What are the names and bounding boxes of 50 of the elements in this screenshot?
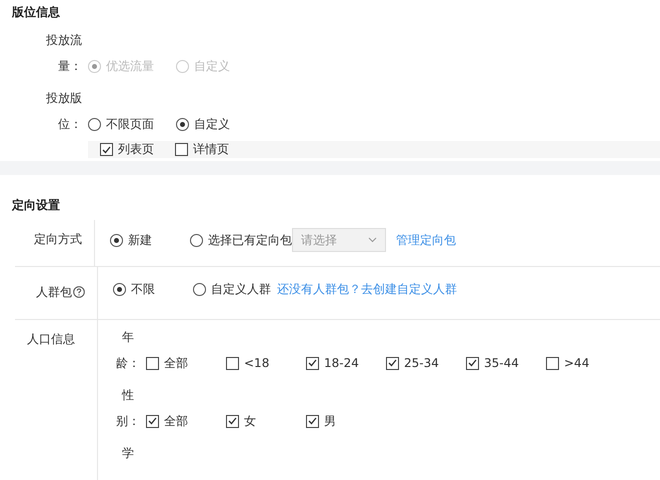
section-title: 定向设置 <box>12 197 61 214</box>
section-title: 版位信息 <box>12 4 61 21</box>
radio-button[interactable] <box>113 283 126 296</box>
radio-button[interactable] <box>88 118 101 130</box>
option-label: 18-24 <box>324 356 359 370</box>
option-label: 详情页 <box>193 141 229 158</box>
field-label: 定向方式 <box>34 231 82 248</box>
field-label: 学 <box>121 445 135 462</box>
option-label: 全部 <box>164 354 188 372</box>
checkbox[interactable] <box>175 143 188 156</box>
checkbox[interactable] <box>546 356 559 370</box>
checkbox[interactable] <box>466 356 479 370</box>
radio-button[interactable] <box>110 234 123 246</box>
option-label: 自定义人群 <box>211 281 271 298</box>
checkbox[interactable] <box>226 356 239 370</box>
option-label: 自定义 <box>194 58 230 74</box>
checkbox[interactable] <box>100 143 113 156</box>
checkbox[interactable] <box>146 356 159 370</box>
option-label: 不限 <box>131 281 155 298</box>
option-label: 优选流量 <box>106 58 154 74</box>
chevron-down-icon <box>368 237 377 243</box>
field-label: 投放版位： <box>46 90 82 133</box>
manage-link[interactable]: 管理定向包 <box>396 232 456 248</box>
field-label: 年龄： <box>116 329 140 372</box>
radio-button[interactable] <box>190 234 203 246</box>
radio-button[interactable] <box>193 283 206 296</box>
radio-button[interactable] <box>176 118 189 130</box>
option-label: 不限页面 <box>106 116 154 132</box>
option-label: 列表页 <box>118 141 154 158</box>
checkbox[interactable] <box>386 356 399 370</box>
field-label: 人群包 <box>36 284 72 301</box>
help-icon[interactable] <box>73 286 85 298</box>
option-label: 25-34 <box>404 356 439 370</box>
option-label: >44 <box>564 356 590 370</box>
option-label: 女 <box>244 412 256 430</box>
checkbox[interactable] <box>226 414 239 428</box>
option-label: 全部 <box>164 412 188 430</box>
option-label: 自定义 <box>194 116 230 132</box>
option-label: 男 <box>324 412 336 430</box>
create-audience-link[interactable]: 还没有人群包？去创建自定义人群 <box>277 281 457 298</box>
option-label: 35-44 <box>484 356 519 370</box>
checkbox[interactable] <box>146 414 159 428</box>
option-label: 新建 <box>128 232 152 248</box>
field-label: 投放流量： <box>46 32 82 75</box>
checkbox[interactable] <box>306 414 319 428</box>
option-label: 选择已有定向包 <box>208 232 292 248</box>
field-label: 人口信息 <box>27 331 75 348</box>
option-label: <18 <box>244 356 270 370</box>
field-label: 性别： <box>116 387 140 430</box>
checkbox[interactable] <box>306 356 319 370</box>
